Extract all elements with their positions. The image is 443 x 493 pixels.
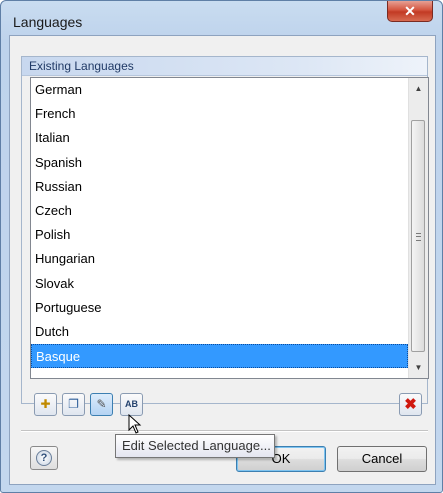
rename-language-button[interactable]: AB bbox=[120, 393, 143, 416]
group-header: Existing Languages bbox=[22, 57, 427, 76]
grip-icon bbox=[416, 233, 421, 241]
copy-language-button[interactable]: ❐ bbox=[62, 393, 85, 416]
delete-icon: ✖ bbox=[404, 396, 417, 413]
cancel-button[interactable]: Cancel bbox=[337, 446, 427, 472]
list-item[interactable]: Spanish bbox=[31, 151, 408, 175]
delete-language-button[interactable]: ✖ bbox=[399, 393, 422, 416]
close-button[interactable]: ✕ bbox=[387, 1, 433, 22]
list-item[interactable]: Czech bbox=[31, 199, 408, 223]
list-item[interactable]: German bbox=[31, 78, 408, 102]
list-item[interactable]: Portuguese bbox=[31, 296, 408, 320]
scroll-down-arrow[interactable]: ▼ bbox=[409, 359, 428, 376]
scroll-thumb[interactable] bbox=[411, 120, 425, 352]
list-item[interactable]: Basque bbox=[31, 344, 408, 369]
vertical-scrollbar[interactable]: ▲ ▼ bbox=[408, 78, 428, 378]
list-item[interactable]: Hungarian bbox=[31, 247, 408, 271]
rename-language-icon: AB bbox=[125, 399, 138, 409]
list-item[interactable]: Russian bbox=[31, 175, 408, 199]
help-button[interactable]: ? bbox=[30, 446, 58, 470]
title-bar[interactable]: Languages ✕ bbox=[1, 1, 442, 37]
list-item[interactable]: Italian bbox=[31, 126, 408, 150]
list-item[interactable]: Dutch bbox=[31, 320, 408, 344]
languages-list[interactable]: German French Italian Spanish Russian Czech Po… bbox=[30, 77, 429, 379]
edit-language-icon: ✎ bbox=[96, 397, 107, 411]
new-language-button[interactable]: ✚ bbox=[34, 393, 57, 416]
list-item[interactable]: Slovak bbox=[31, 272, 408, 296]
copy-language-icon: ❐ bbox=[68, 397, 79, 411]
edit-language-button[interactable]: ✎ bbox=[90, 393, 113, 416]
tooltip: Edit Selected Language... bbox=[115, 434, 275, 458]
group-title: Existing Languages bbox=[29, 59, 134, 73]
list-toolbar: ✚ ❐ ✎ AB ✖ bbox=[30, 383, 429, 419]
scroll-up-arrow[interactable]: ▲ bbox=[409, 80, 428, 97]
window-title: Languages bbox=[13, 14, 83, 30]
list-item[interactable]: Polish bbox=[31, 223, 408, 247]
list-items: German French Italian Spanish Russian Czech Po… bbox=[31, 78, 408, 369]
new-language-icon: ✚ bbox=[40, 397, 51, 411]
help-icon: ? bbox=[36, 449, 52, 466]
list-item[interactable]: French bbox=[31, 102, 408, 126]
separator bbox=[21, 430, 428, 432]
mouse-cursor-icon bbox=[128, 414, 142, 434]
